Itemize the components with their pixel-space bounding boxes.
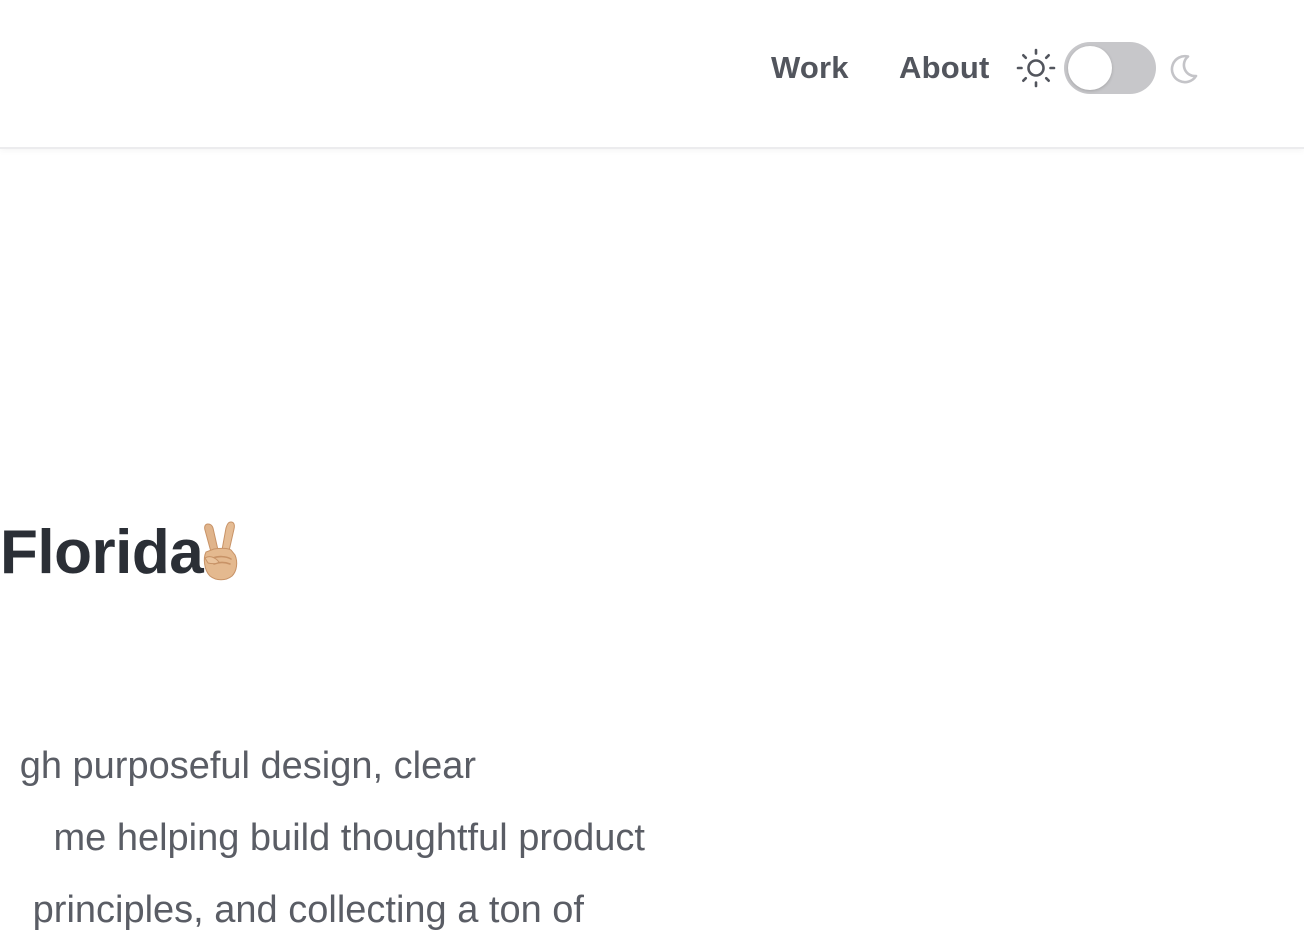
victory-hand-emoji [203,521,238,581]
intro-text-line: gh purposeful design, clear [19,745,476,787]
hero-headline-text: Florida. [0,518,220,587]
toggle-knob [1068,46,1112,90]
intro-text-line: me helping build thoughtful product [53,817,645,859]
moon-icon [1170,54,1198,84]
nav-link-work[interactable]: Work [771,48,849,88]
nav-link-about[interactable]: About [899,48,990,88]
site-header: Work About [0,0,1304,149]
sun-icon [1016,48,1056,88]
hero-headline: Florida. [0,515,220,591]
intro-text-line: principles, and collecting a ton of [32,889,584,931]
theme-toggle-switch[interactable] [1064,42,1156,94]
